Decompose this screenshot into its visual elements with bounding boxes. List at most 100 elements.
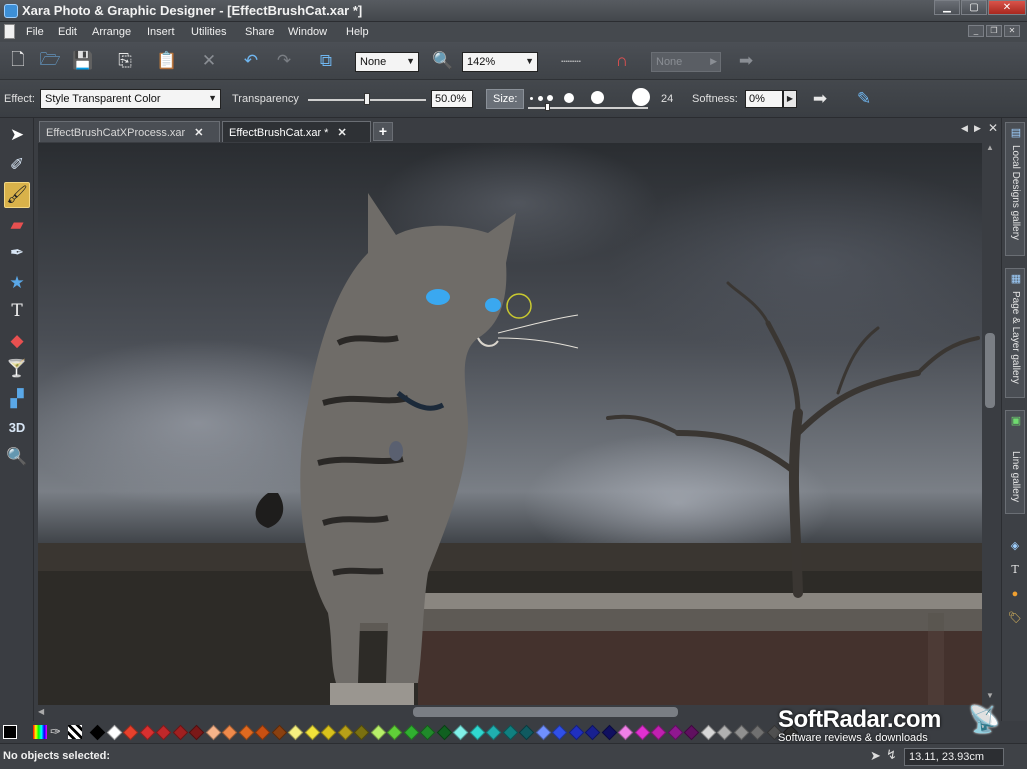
color-swatch[interactable] bbox=[683, 724, 700, 741]
menu-help[interactable]: Help bbox=[346, 26, 369, 38]
magnet-snap-icon[interactable]: ∩ bbox=[611, 50, 633, 72]
color-swatch[interactable] bbox=[89, 724, 106, 741]
vertical-scroll-thumb[interactable] bbox=[985, 333, 995, 408]
effect-brush-tool-icon[interactable]: 🖌 bbox=[4, 182, 30, 208]
close-icon[interactable]: ✕ bbox=[338, 127, 347, 139]
delete-icon[interactable]: ✕ bbox=[198, 50, 220, 72]
menu-edit[interactable]: Edit bbox=[58, 26, 77, 38]
copy-icon[interactable]: ⎘ bbox=[114, 50, 136, 72]
menu-arrange[interactable]: Arrange bbox=[92, 26, 131, 38]
zoom-tool-icon[interactable]: 🔍 bbox=[4, 444, 30, 470]
selector-status-icon[interactable]: ➤ bbox=[870, 748, 881, 764]
shape-tool-icon[interactable]: ★ bbox=[4, 270, 30, 296]
shadow-tool-icon[interactable]: ▞ bbox=[4, 386, 30, 412]
tab-scroll-right-icon[interactable]: ▶ bbox=[974, 123, 981, 134]
redo-icon[interactable]: ↷ bbox=[273, 50, 295, 72]
color-swatch[interactable] bbox=[419, 724, 436, 741]
open-folder-icon[interactable]: 🗁 bbox=[39, 50, 61, 72]
brush-options-icon[interactable]: ✎ bbox=[853, 88, 875, 110]
3d-extrude-tool-icon[interactable]: 3D bbox=[4, 414, 30, 440]
maximize-button[interactable]: ▢ bbox=[961, 0, 987, 15]
tab-scroll-left-icon[interactable]: ◀ bbox=[961, 123, 968, 134]
color-swatch[interactable] bbox=[584, 724, 601, 741]
close-icon[interactable]: ✕ bbox=[194, 127, 203, 139]
color-swatch[interactable] bbox=[221, 724, 238, 741]
color-swatch[interactable] bbox=[568, 724, 584, 741]
pen-tool-icon[interactable]: ✒ bbox=[4, 240, 30, 266]
save-icon[interactable]: 💾 bbox=[72, 50, 94, 72]
color-swatch[interactable] bbox=[403, 724, 419, 741]
color-swatch[interactable] bbox=[386, 724, 403, 741]
color-swatch[interactable] bbox=[436, 724, 452, 741]
color-swatch[interactable] bbox=[650, 724, 667, 741]
color-swatch[interactable] bbox=[172, 724, 188, 741]
fill-combo[interactable]: None ▼ bbox=[355, 52, 419, 72]
scroll-left-icon[interactable]: ◀ bbox=[38, 707, 44, 716]
menu-insert[interactable]: Insert bbox=[147, 26, 175, 38]
fill-gallery-icon[interactable]: ◈ bbox=[1007, 538, 1023, 554]
transparency-field[interactable]: 50.0% bbox=[431, 90, 473, 108]
name-gallery-icon[interactable]: 🏷 bbox=[1007, 610, 1023, 626]
fill-tool-icon[interactable]: ◆ bbox=[4, 328, 30, 354]
horizontal-scroll-thumb[interactable] bbox=[413, 707, 678, 717]
document-canvas[interactable] bbox=[38, 143, 982, 705]
app-icon[interactable] bbox=[4, 4, 18, 18]
color-swatch[interactable] bbox=[320, 724, 337, 741]
color-swatch[interactable] bbox=[139, 724, 155, 741]
color-swatch[interactable] bbox=[716, 724, 733, 741]
color-swatch[interactable] bbox=[700, 724, 716, 741]
color-swatch[interactable] bbox=[601, 724, 617, 741]
color-swatch[interactable] bbox=[122, 724, 139, 741]
dropper-icon[interactable]: ✑ bbox=[50, 724, 61, 740]
text-tool-icon[interactable]: T bbox=[4, 298, 30, 324]
transparency-slider-thumb[interactable] bbox=[364, 93, 370, 105]
color-picker-icon[interactable] bbox=[33, 725, 47, 739]
color-swatch[interactable] bbox=[634, 724, 650, 741]
undo-icon[interactable]: ↶ bbox=[240, 50, 262, 72]
size-button[interactable]: Size: bbox=[486, 89, 525, 109]
color-swatch[interactable] bbox=[337, 724, 353, 741]
color-swatch[interactable] bbox=[238, 724, 254, 741]
color-swatch[interactable] bbox=[749, 724, 766, 741]
new-document-icon[interactable]: 🗋 bbox=[7, 50, 29, 72]
color-swatch[interactable] bbox=[205, 724, 221, 741]
transparency-tool-icon[interactable]: 🍸 bbox=[4, 356, 30, 382]
apply-arrow-icon[interactable]: ➡ bbox=[809, 88, 831, 110]
menu-window[interactable]: Window bbox=[288, 26, 327, 38]
new-tab-button[interactable]: + bbox=[373, 122, 393, 141]
eraser-tool-icon[interactable]: ▰ bbox=[4, 212, 30, 238]
freehand-tool-icon[interactable]: ✐ bbox=[4, 152, 30, 178]
paste-icon[interactable]: 📋 bbox=[156, 50, 178, 72]
color-swatch[interactable] bbox=[271, 724, 287, 741]
brush-size-presets[interactable] bbox=[528, 88, 654, 111]
transform-icon[interactable]: ⧉ bbox=[315, 50, 337, 72]
page-layer-gallery-tab[interactable]: ▦ Page & Layer gallery bbox=[1005, 268, 1025, 398]
effect-combo[interactable]: Style Transparent Color ▼ bbox=[40, 89, 221, 109]
color-swatch[interactable] bbox=[353, 724, 370, 741]
color-swatch[interactable] bbox=[733, 724, 749, 741]
menu-share[interactable]: Share bbox=[245, 26, 274, 38]
tab-effectbrushcatxprocess[interactable]: EffectBrushCatXProcess.xar ✕ bbox=[39, 121, 220, 142]
color-swatch[interactable] bbox=[155, 724, 172, 741]
color-swatch[interactable] bbox=[106, 724, 122, 741]
scroll-down-icon[interactable]: ▼ bbox=[986, 691, 994, 700]
color-swatch[interactable] bbox=[667, 724, 683, 741]
softness-stepper[interactable]: ▶ bbox=[783, 90, 797, 108]
color-swatch[interactable] bbox=[469, 724, 485, 741]
color-swatch[interactable] bbox=[188, 724, 205, 741]
selector-tool-icon[interactable]: ➤ bbox=[4, 122, 30, 148]
zoom-combo[interactable]: 142% ▼ bbox=[462, 52, 538, 72]
menu-utilities[interactable]: Utilities bbox=[191, 26, 226, 38]
line-gallery-tab[interactable]: ▣ Line gallery bbox=[1005, 410, 1025, 514]
tab-effectbrushcat[interactable]: EffectBrushCat.xar * ✕ bbox=[222, 121, 371, 142]
color-swatch[interactable] bbox=[518, 724, 535, 741]
no-color-swatch[interactable] bbox=[3, 725, 17, 739]
color-swatch[interactable] bbox=[502, 724, 518, 741]
color-swatch[interactable] bbox=[254, 724, 271, 741]
zoom-tool-icon[interactable]: 🔍 bbox=[432, 50, 454, 72]
color-gallery-icon[interactable]: ● bbox=[1007, 586, 1023, 602]
font-gallery-icon[interactable]: T bbox=[1007, 562, 1023, 578]
doc-close-button[interactable]: ✕ bbox=[1004, 25, 1020, 37]
color-swatch[interactable] bbox=[304, 724, 320, 741]
menu-file[interactable]: File bbox=[26, 26, 44, 38]
